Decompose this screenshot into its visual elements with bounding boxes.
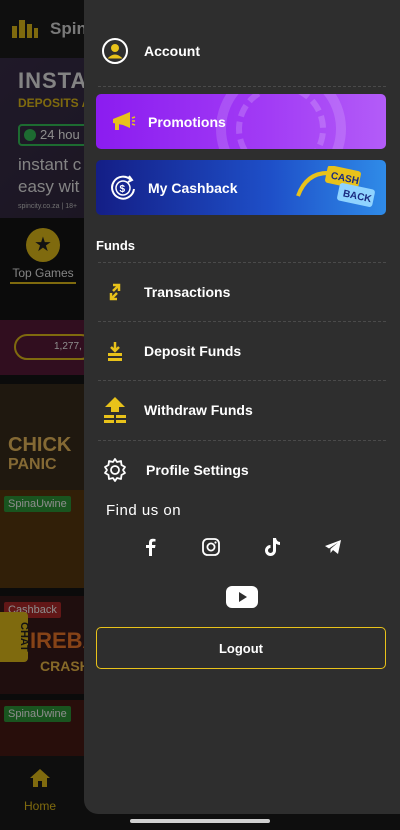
cashback-coin-icon: $ (108, 173, 138, 203)
find-us-label: Find us on (106, 502, 182, 519)
deposit-icon (98, 334, 132, 368)
promotions-label: Promotions (148, 113, 226, 130)
promotions-card[interactable]: Promotions (96, 94, 386, 149)
telegram-icon[interactable] (318, 532, 348, 562)
wheel-decoration (236, 94, 326, 149)
gear-icon (98, 453, 132, 487)
deposit-label: Deposit Funds (144, 343, 242, 359)
cashback-card[interactable]: CASH BACK $ My Cashback (96, 160, 386, 215)
divider (98, 440, 386, 441)
divider (98, 262, 386, 263)
svg-text:$: $ (120, 184, 126, 195)
divider (98, 380, 386, 381)
withdraw-icon (98, 393, 132, 427)
menu-item-account[interactable]: Account (98, 34, 386, 68)
cashback-label: My Cashback (148, 179, 238, 196)
menu-item-transactions[interactable]: Transactions (98, 275, 386, 309)
menu-item-withdraw[interactable]: Withdraw Funds (98, 393, 386, 427)
tiktok-icon[interactable] (257, 532, 287, 562)
instagram-icon[interactable] (196, 532, 226, 562)
megaphone-icon (108, 107, 138, 137)
account-label: Account (144, 43, 200, 59)
side-menu-drawer: Account Promotions CASH BACK $ My Cashba… (84, 0, 400, 814)
menu-item-deposit[interactable]: Deposit Funds (98, 334, 386, 368)
youtube-icon[interactable] (225, 582, 259, 612)
logout-button[interactable]: Logout (96, 627, 386, 669)
user-circle-icon (98, 34, 132, 68)
withdraw-label: Withdraw Funds (144, 402, 253, 418)
divider (98, 86, 386, 87)
funds-section-title: Funds (96, 238, 135, 253)
transactions-label: Transactions (144, 284, 231, 300)
menu-item-profile-settings[interactable]: Profile Settings (98, 453, 386, 487)
transfer-arrows-icon (98, 275, 132, 309)
profile-settings-label: Profile Settings (146, 462, 249, 478)
divider (98, 321, 386, 322)
home-indicator-bar (130, 819, 270, 823)
facebook-icon[interactable] (135, 532, 165, 562)
cashback-badge-graphic: CASH BACK (296, 166, 375, 207)
